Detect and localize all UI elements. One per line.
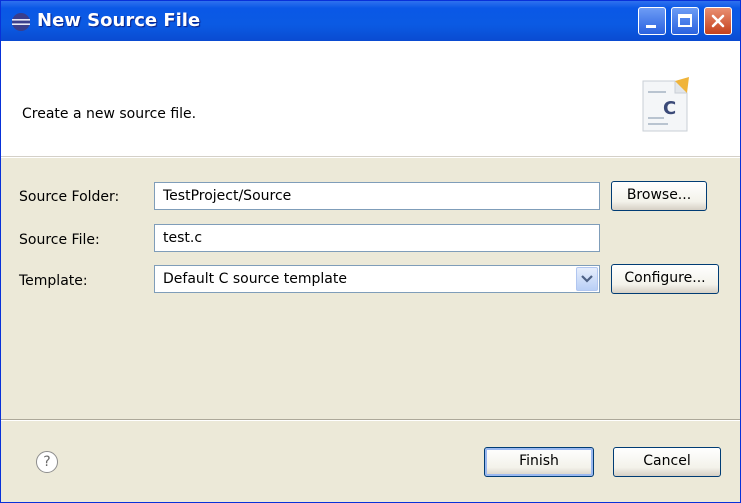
maximize-button[interactable]	[671, 7, 699, 35]
title-bar[interactable]: New Source File	[1, 1, 740, 41]
c-source-file-icon: C	[642, 77, 689, 132]
template-select[interactable]: Default C source template	[154, 265, 600, 293]
maximize-icon	[678, 14, 692, 27]
help-icon[interactable]: ?	[36, 451, 58, 473]
finish-button[interactable]: Finish	[484, 447, 594, 477]
c-letter: C	[663, 98, 676, 119]
minimize-button[interactable]	[638, 7, 666, 35]
chevron-down-icon	[581, 275, 593, 283]
dialog-header: Create a new source file. C	[1, 41, 740, 157]
header-divider	[1, 157, 740, 158]
footer-divider-highlight	[1, 420, 740, 421]
template-label: Template:	[19, 273, 88, 289]
new-source-file-dialog: New Source File Create a new source file…	[0, 0, 741, 503]
source-file-label: Source File:	[19, 232, 100, 248]
minimize-icon	[646, 25, 656, 28]
source-file-field[interactable]: test.c	[154, 224, 600, 252]
template-selected-value: Default C source template	[163, 271, 347, 287]
browse-button[interactable]: Browse...	[611, 181, 707, 211]
source-folder-field[interactable]: TestProject/Source	[154, 182, 600, 210]
header-message: Create a new source file.	[22, 106, 197, 122]
window-title: New Source File	[37, 10, 201, 31]
close-icon	[711, 14, 725, 28]
source-folder-label: Source Folder:	[19, 189, 120, 205]
cancel-button[interactable]: Cancel	[613, 447, 721, 477]
template-dropdown-button[interactable]	[576, 267, 598, 291]
eclipse-icon	[12, 13, 30, 31]
close-button[interactable]	[704, 7, 732, 35]
configure-button[interactable]: Configure...	[611, 264, 719, 294]
